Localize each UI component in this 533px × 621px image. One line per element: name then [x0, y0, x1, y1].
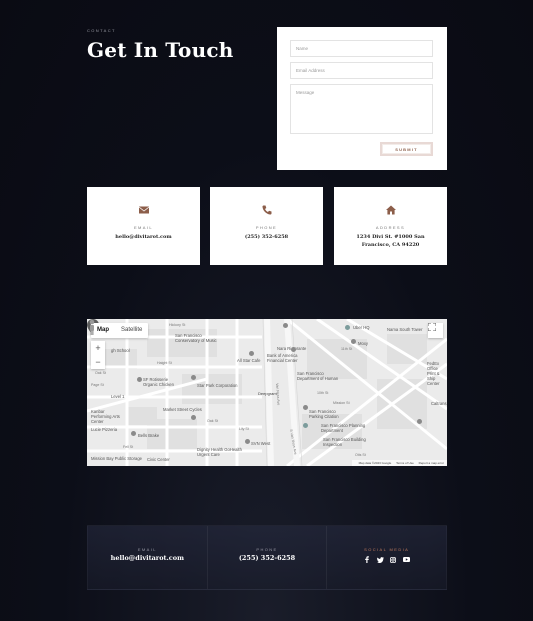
footer-social-column: SOCIAL MEDIA [326, 526, 446, 589]
email-card-value: hello@divitarot.com [115, 234, 172, 240]
map-type-satellite-tab[interactable]: Satellite [115, 323, 148, 338]
section-eyebrow: CONTACT [87, 28, 116, 33]
phone-card: PHONE (255) 352-6258 [210, 187, 323, 265]
map-label: Nama South Tower [387, 327, 423, 332]
map-attribution: Map data ©2023 Google Terms of Use Repor… [351, 460, 447, 466]
map-poi [417, 419, 422, 424]
map-marker-label: Deepgram [258, 391, 277, 396]
map-zoom-control: + − [91, 341, 105, 369]
map-poi [191, 375, 196, 380]
home-icon [385, 205, 396, 215]
map-label: Kanbar Performing Arts Center [91, 409, 120, 424]
zoom-in-button[interactable]: + [95, 343, 100, 353]
footer-social-label: SOCIAL MEDIA [364, 547, 410, 552]
map-label: Uber HQ [353, 325, 370, 330]
email-card: EMAIL hello@divitarot.com [87, 187, 200, 265]
map-label: Moxy [358, 341, 369, 346]
map-poi [249, 351, 254, 356]
twitter-icon[interactable] [376, 556, 384, 563]
map-label: Page St [91, 383, 104, 387]
map-label: SVN West [251, 441, 271, 446]
youtube-icon[interactable] [402, 556, 410, 563]
map-label: Bells Brake [138, 433, 160, 438]
map-poi [283, 323, 288, 328]
pegman-icon[interactable] [87, 319, 97, 335]
message-textarea[interactable] [290, 84, 433, 134]
map-label: Hickory St [169, 323, 186, 327]
map-label: Level 1 [111, 394, 125, 399]
map-label: San Francisco Conservatory of Music [175, 333, 217, 343]
map-label: Caltrans [431, 401, 447, 406]
phone-card-label: PHONE [255, 225, 278, 230]
map-label: Haight St [157, 361, 172, 365]
name-input[interactable] [290, 40, 433, 57]
map-poi [191, 415, 196, 420]
map-label: Oak St [95, 371, 106, 375]
map-label: Fell St [123, 445, 134, 449]
fullscreen-icon [428, 323, 436, 331]
address-card: ADDRESS 1234 Divi St. #1000 San Francisc… [334, 187, 447, 265]
map-report-link[interactable]: Report a map error [419, 461, 444, 465]
map-poi [245, 439, 250, 444]
map-label: San Francisco Planning Department [321, 423, 366, 433]
contact-form: SUBMIT [277, 27, 447, 170]
phone-card-value: (255) 352-6258 [244, 234, 289, 240]
map-label: Bank of America Financial Center [267, 353, 298, 363]
footer-email-column: EMAIL hello@divitarot.com [88, 526, 207, 589]
instagram-icon[interactable] [390, 556, 397, 563]
footer-phone-label: PHONE [256, 547, 278, 552]
map-label: Lucie Pizzeria [91, 427, 118, 432]
map-poi [303, 405, 308, 410]
map-type-toggle: Map Satellite [91, 323, 149, 338]
map-poi [131, 431, 136, 436]
map-label: Market Street Cycles [163, 407, 202, 412]
map-label: Oak St [207, 419, 218, 423]
map-label: Mission St [333, 401, 350, 405]
embedded-map[interactable]: Hickory St San Francisco Conservatory of… [87, 319, 447, 466]
map-label: Mission Bay Public Storage [91, 456, 142, 461]
footer-contact-bar: EMAIL hello@divitarot.com PHONE (255) 35… [87, 525, 447, 590]
footer-phone-column: PHONE (255) 352-6258 [206, 526, 327, 589]
map-label: Otis St [355, 453, 366, 457]
page-title: Get In Touch [87, 38, 234, 62]
map-label: gh School [111, 348, 130, 353]
map-label: 11th St [341, 347, 353, 351]
address-card-label: ADDRESS [375, 225, 406, 230]
map-poi [345, 325, 350, 330]
map-label: All Star Cafe [237, 358, 261, 363]
fullscreen-button[interactable] [428, 323, 443, 338]
map-label: San Francisco Department of Human [297, 371, 339, 381]
map-label: FedEx Office Print & Ship Center [427, 361, 440, 386]
map-poi [351, 339, 356, 344]
envelope-icon [138, 206, 149, 214]
submit-button[interactable]: SUBMIT [380, 142, 433, 156]
map-label: SF Rotisserie Organic Chicken [143, 377, 174, 387]
email-card-label: EMAIL [133, 225, 153, 230]
map-label: San Francisco Parking Citation [309, 409, 339, 419]
phone-icon [261, 205, 271, 215]
map-poi [137, 377, 142, 382]
map-label: Star Park Corporation [197, 383, 238, 388]
map-label: Dignity Health GoHealth Urgent Care [197, 447, 242, 457]
address-card-value: 1234 Divi St. #1000 San Francisco, CA 94… [356, 234, 425, 248]
footer-phone-value[interactable]: (255) 352-6258 [208, 554, 327, 562]
map-label: 10th St [317, 391, 329, 395]
footer-email-label: EMAIL [137, 547, 157, 552]
social-icons [327, 556, 446, 563]
map-label: San Francisco Building Inspection [323, 437, 366, 447]
map-poi [303, 423, 308, 428]
footer-email-value[interactable]: hello@divitarot.com [88, 554, 207, 562]
map-poi [291, 347, 296, 352]
map-terms-link[interactable]: Terms of Use [396, 461, 414, 465]
zoom-out-button[interactable]: − [95, 357, 100, 367]
map-data-credit: Map data ©2023 Google [358, 461, 392, 465]
facebook-icon[interactable] [364, 556, 371, 563]
email-input[interactable] [290, 62, 433, 79]
map-label: Lily St [239, 427, 249, 431]
map-label: Civic Center [147, 457, 170, 462]
